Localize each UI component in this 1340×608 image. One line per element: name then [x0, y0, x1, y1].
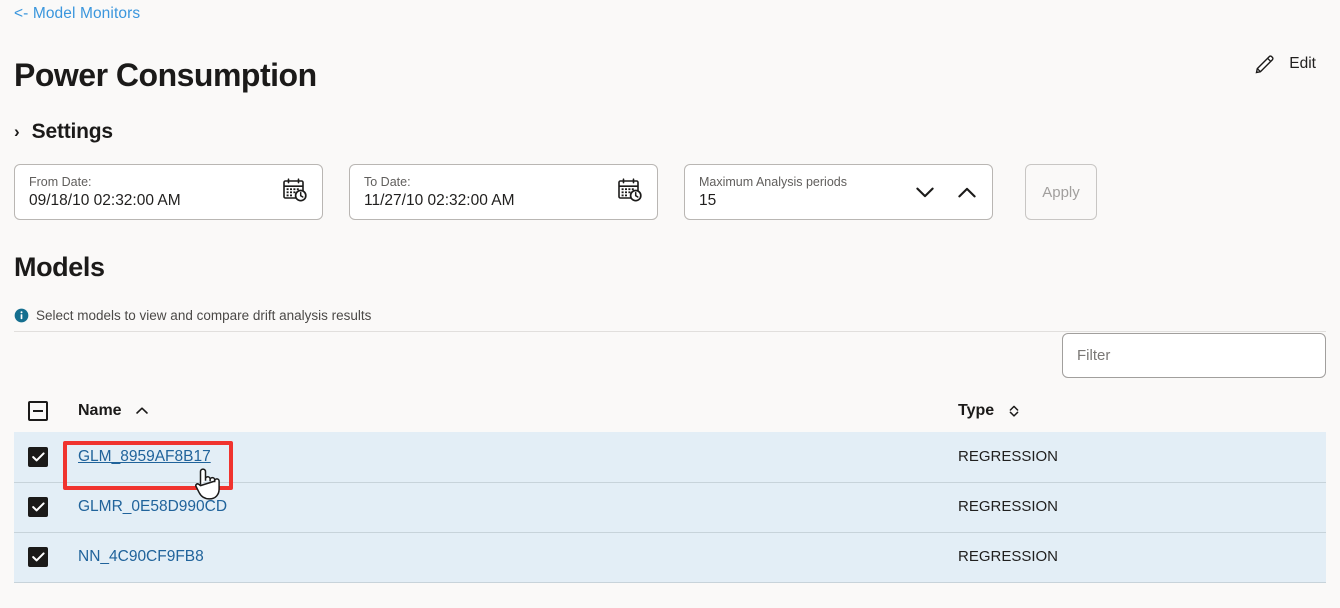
section-divider [14, 331, 1326, 332]
info-icon [14, 308, 29, 323]
filter-field-wrapper [1062, 333, 1326, 378]
table-row[interactable]: GLMR_0E58D990CD REGRESSION [14, 482, 1326, 532]
name-column-label: Name [78, 402, 122, 419]
apply-button[interactable]: Apply [1025, 164, 1097, 220]
calendar-clock-icon[interactable] [274, 177, 308, 208]
edit-button[interactable]: Edit [1253, 52, 1316, 76]
select-all-header-cell [14, 390, 78, 432]
to-date-value: 11/27/10 02:32:00 AM [364, 191, 515, 209]
models-hint: Select models to view and compare drift … [14, 308, 371, 323]
row-checkbox[interactable] [28, 446, 48, 467]
chevron-right-icon: › [14, 121, 20, 141]
max-analysis-periods-stepper [914, 181, 984, 203]
row-name-cell: GLM_8959AF8B17 [78, 432, 958, 482]
max-analysis-periods-label: Maximum Analysis periods [699, 174, 847, 189]
from-date-field[interactable]: From Date: 09/18/10 02:32:00 AM [14, 164, 323, 220]
model-name-link[interactable]: GLMR_0E58D990CD [78, 498, 227, 515]
filter-input[interactable] [1062, 333, 1326, 378]
row-type-cell: REGRESSION [958, 482, 1326, 532]
pencil-icon [1253, 52, 1277, 76]
model-name-link[interactable]: NN_4C90CF9FB8 [78, 548, 204, 565]
models-section-title: Models [14, 252, 105, 282]
models-hint-text: Select models to view and compare drift … [36, 308, 372, 323]
max-analysis-periods-value: 15 [699, 191, 717, 209]
row-checkbox-cell [14, 532, 78, 582]
select-all-checkbox[interactable] [28, 401, 48, 421]
models-table-body: GLM_8959AF8B17 REGRESSION GLMR_0E58D990C… [14, 432, 1326, 582]
chevron-up-icon[interactable] [956, 181, 978, 203]
settings-section-toggle[interactable]: › Settings [14, 120, 113, 144]
model-type-value: REGRESSION [958, 447, 1059, 465]
settings-controls-row: From Date: 09/18/10 02:32:00 AM To Date:… [14, 164, 1097, 220]
row-name-cell: NN_4C90CF9FB8 [78, 532, 958, 582]
from-date-value: 09/18/10 02:32:00 AM [29, 191, 181, 209]
to-date-field[interactable]: To Date: 11/27/10 02:32:00 AM [349, 164, 658, 220]
edit-button-label: Edit [1289, 55, 1316, 72]
model-type-value: REGRESSION [958, 498, 1059, 515]
chevron-up-icon [135, 404, 149, 418]
model-type-value: REGRESSION [958, 548, 1059, 565]
row-checkbox-cell [14, 432, 78, 482]
model-name-link[interactable]: GLM_8959AF8B17 [78, 448, 211, 465]
breadcrumb-back-link[interactable]: <- Model Monitors [14, 5, 140, 23]
table-row[interactable]: NN_4C90CF9FB8 REGRESSION [14, 532, 1326, 582]
chevron-down-icon[interactable] [914, 181, 936, 203]
row-name-cell: GLMR_0E58D990CD [78, 482, 958, 532]
row-type-cell: REGRESSION [958, 532, 1326, 582]
table-header-row: Name Type [14, 390, 1326, 432]
max-analysis-periods-field[interactable]: Maximum Analysis periods 15 [684, 164, 993, 220]
from-date-label: From Date: [29, 174, 92, 189]
sort-updown-icon [1007, 404, 1021, 418]
to-date-label: To Date: [364, 174, 411, 189]
row-checkbox-cell [14, 482, 78, 532]
name-column-header[interactable]: Name [78, 390, 958, 432]
table-row[interactable]: GLM_8959AF8B17 REGRESSION [14, 432, 1326, 482]
models-table: Name Type GLM_8959AF8B17 REGRESSION GLMR… [14, 390, 1326, 583]
row-type-cell: REGRESSION [958, 432, 1326, 482]
type-column-label: Type [958, 402, 995, 419]
type-column-header[interactable]: Type [958, 390, 1326, 432]
page-title: Power Consumption [14, 57, 317, 93]
settings-section-title: Settings [31, 120, 113, 143]
models-table-header: Name Type [14, 390, 1326, 432]
row-checkbox[interactable] [28, 497, 48, 517]
row-checkbox[interactable] [28, 547, 48, 567]
calendar-clock-icon[interactable] [609, 177, 643, 208]
